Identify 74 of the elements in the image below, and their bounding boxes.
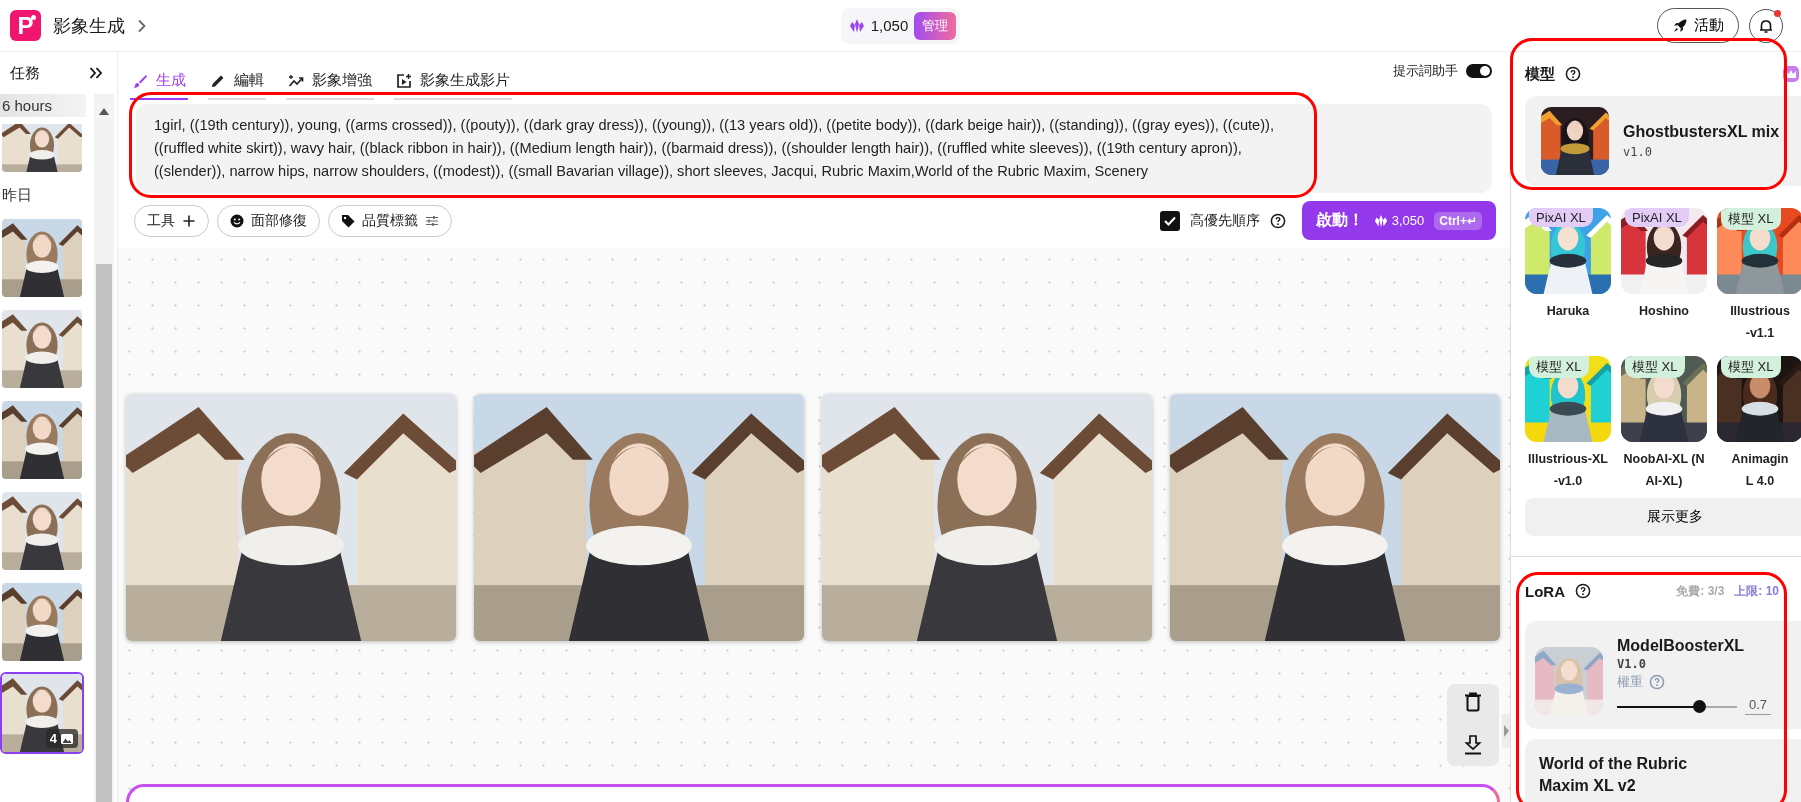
tag-icon	[341, 213, 355, 228]
delete-button[interactable]	[1464, 692, 1482, 715]
model-version: v1.0	[1623, 145, 1653, 159]
trend-icon	[288, 72, 304, 89]
bell-icon	[1758, 17, 1774, 34]
image-icon	[60, 731, 74, 746]
double-chevron-icon[interactable]	[89, 67, 103, 79]
notification-button[interactable]	[1749, 8, 1783, 43]
rocket-icon	[1672, 17, 1688, 34]
model-badge: PixAI XL	[1529, 208, 1593, 227]
limit-link[interactable]: 上限: 10	[1734, 582, 1779, 600]
tasks-title: 任務	[10, 63, 40, 83]
model-badge: 模型 XL	[1529, 356, 1589, 378]
priority-checkbox[interactable]	[1159, 210, 1180, 231]
weight-label: 權重	[1617, 673, 1643, 691]
model-option[interactable]: 模型 XL Animagin L 4.0	[1717, 356, 1801, 492]
image-count: 4	[45, 729, 78, 748]
page-title: 影象生成	[53, 14, 125, 38]
current-model-card[interactable]: GhostbustersXL mix v1.0	[1525, 96, 1801, 186]
tool-chip[interactable]: 品質標籤	[328, 204, 452, 237]
model-badge: 模型 XL	[1721, 208, 1781, 230]
app-logo[interactable]: P	[10, 10, 41, 41]
model-option[interactable]: 模型 XL Illustrious-XL -v1.0	[1525, 356, 1611, 492]
help-icon[interactable]	[1565, 66, 1581, 82]
chevron-right-icon[interactable]	[137, 18, 147, 33]
group-label: 昨日	[1, 185, 33, 205]
credit-balance: 1,050	[870, 17, 909, 34]
model-name: GhostbustersXL mix	[1623, 123, 1780, 141]
sliders-icon	[425, 213, 439, 228]
section-title: LoRA	[1525, 582, 1565, 600]
toggle-label: 提示詞助手	[1393, 62, 1458, 80]
model-option[interactable]: PixAI XL Hoshino	[1621, 208, 1707, 344]
tool-chip[interactable]: 工具	[134, 204, 209, 237]
panel-handle[interactable]	[1502, 714, 1510, 748]
lora-name: ModelBoosterXL	[1617, 636, 1746, 656]
plus-icon	[182, 213, 196, 228]
show-more-button[interactable]: 展示更多	[1525, 498, 1801, 536]
trash-icon	[1464, 692, 1482, 712]
priority-label: 高優先順序	[1189, 211, 1260, 230]
crystal-icon	[1373, 213, 1388, 228]
free-quota: 免費: 3/3	[1676, 582, 1725, 600]
model-option[interactable]: PixAI XL Haruka	[1525, 208, 1611, 344]
smiley-icon	[230, 213, 244, 228]
tool-chip[interactable]: 面部修復	[217, 204, 320, 237]
help-icon[interactable]	[1575, 583, 1591, 599]
scrollbar[interactable]	[94, 94, 114, 802]
history-thumbnail[interactable]: 4	[0, 672, 84, 754]
download-button[interactable]	[1464, 735, 1482, 758]
prompt-field[interactable]: 1girl, ((19th century)), young, ((arms crossed)), ((pouty)), ((dark gray dress)), ((young)), ((13 years old)), ((petite body)), ((dark beige hair)), ((standing)), ((gray eyes)), ((cute)), ((ruffled white skirt)), wavy hair, ((black ribbon in hair)), ((Medium length hair)), ((barmaid dress)), ((shoulder length hair)), ((ruffled white sleeves)), ((19th century apron)), ((slender)), narrow hips, narrow shoulders, ((modest)), ((small Bavarian village)), short sleeves, Jacqui, Rubric Maxim,World of the Rubric Maxim, Scenery	[136, 104, 1492, 193]
model-badge: PixAI XL	[1625, 208, 1689, 227]
assistant-toggle[interactable]	[1466, 64, 1492, 78]
lora-card[interactable]: ModelBoosterXL V1.0 權重 0.7	[1525, 621, 1801, 729]
lora-version: V1.0	[1617, 657, 1647, 671]
start-button[interactable]: 啟動！ 3,050 Ctrl+↵	[1301, 201, 1496, 240]
tab[interactable]: 影象增強	[286, 65, 374, 100]
model-badge: 模型 XL	[1721, 356, 1781, 378]
help-icon[interactable]	[1269, 212, 1286, 229]
video-add-icon	[396, 72, 412, 89]
weight-value[interactable]: 0.7	[1745, 697, 1772, 715]
tab[interactable]: 影象生成影片	[394, 65, 512, 100]
crystal-icon	[848, 17, 865, 34]
tab[interactable]: 編輯	[208, 65, 266, 100]
model-option[interactable]: 模型 XL Illustrious -v1.1	[1717, 208, 1801, 344]
scroll-up-icon[interactable]	[99, 108, 109, 115]
lora-card[interactable]: World of the Rubric Maxim XL v2	[1525, 739, 1801, 802]
download-icon	[1464, 735, 1482, 755]
model-badge: 模型 XL	[1625, 356, 1685, 378]
tab[interactable]: 生成	[130, 65, 188, 100]
section-title: 模型	[1525, 64, 1555, 84]
manage-button[interactable]: 管理	[914, 11, 957, 40]
group-label: 6 hours	[0, 94, 86, 117]
check-icon	[1163, 215, 1176, 226]
lora-name: World of the Rubric Maxim XL v2	[1539, 754, 1689, 796]
model-option[interactable]: 模型 XL NoobAI-XL (N AI-XL)	[1621, 356, 1707, 492]
